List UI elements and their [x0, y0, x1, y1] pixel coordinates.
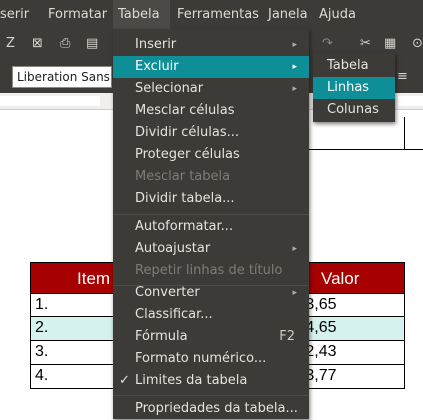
- menu-item-label: Repetir linhas de título: [135, 263, 283, 278]
- redo-icon[interactable]: ↷: [322, 36, 333, 51]
- table-row-selected[interactable]: 2.: [30, 316, 114, 341]
- menu-item-label: Tabela: [327, 58, 369, 73]
- menu-item-classificar[interactable]: Classificar...: [113, 304, 309, 326]
- menu-item-label: Mesclar tabela: [135, 169, 231, 184]
- menu-item-label: Converter: [135, 285, 200, 300]
- menu-item-label: Excluir: [135, 59, 179, 74]
- menu-item-label: Dividir tabela...: [135, 191, 235, 206]
- header-valor-text: Valor: [321, 269, 360, 288]
- menu-item-label: Linhas: [327, 80, 370, 95]
- row-item: 3.: [35, 343, 49, 360]
- special-char-icon[interactable]: ⊙: [412, 36, 423, 51]
- menu-item-inserir[interactable]: Inserir ▸: [113, 34, 309, 56]
- table-row[interactable]: 3.: [30, 340, 114, 365]
- row-item: 2.: [35, 319, 49, 336]
- menu-item-mesclar-celulas[interactable]: Mesclar células: [113, 100, 309, 122]
- submenu-arrow-icon: ▸: [292, 244, 297, 254]
- menu-separator: [113, 395, 309, 396]
- menu-item-excluir[interactable]: Excluir ▸: [113, 56, 309, 78]
- menu-ferramentas[interactable]: Ferramentas: [177, 7, 259, 22]
- row-item: 1.: [35, 296, 49, 313]
- excluir-submenu: Tabela Linhas Colunas: [313, 53, 395, 122]
- menu-item-label: Autoformatar...: [135, 219, 234, 234]
- menu-item-selecionar[interactable]: Selecionar ▸: [113, 78, 309, 100]
- menu-item-label: Proteger células: [135, 147, 240, 162]
- menu-item-formato-numerico[interactable]: Formato numérico...: [113, 348, 309, 370]
- print-preview-icon[interactable]: ▤: [86, 36, 98, 51]
- align-icon[interactable]: ≡: [397, 69, 408, 84]
- menu-item-mesclar-tabela: Mesclar tabela: [113, 166, 309, 188]
- table-row[interactable]: 1.: [30, 293, 114, 317]
- menu-item-label: Autoajustar: [135, 241, 211, 256]
- ruler-area: [0, 96, 100, 106]
- submenu-arrow-icon: ▸: [292, 62, 297, 72]
- submenu-arrow-icon: ▸: [292, 84, 297, 94]
- menu-item-proteger-celulas[interactable]: Proteger células: [113, 144, 309, 166]
- menu-tabela[interactable]: Tabela: [113, 0, 170, 29]
- menu-item-label: Selecionar: [135, 81, 204, 96]
- menubar: serir Formatar Tabela Ferramentas Janela…: [0, 0, 423, 29]
- menu-item-autoajustar[interactable]: Autoajustar ▸: [113, 238, 309, 260]
- submenu-item-tabela[interactable]: Tabela: [313, 55, 395, 77]
- menu-item-formula[interactable]: Fórmula F2: [113, 326, 309, 348]
- format-icon[interactable]: Z: [6, 36, 15, 51]
- menu-item-autoformatar[interactable]: Autoformatar...: [113, 216, 309, 238]
- print-icon[interactable]: ⎙: [60, 36, 70, 51]
- menu-item-label: Fórmula: [135, 329, 188, 344]
- menu-item-limites-tabela[interactable]: ✓ Limites da tabela: [113, 370, 309, 392]
- table-cell[interactable]: [404, 117, 423, 150]
- menu-item-label: Dividir células...: [135, 125, 240, 140]
- export-pdf-icon[interactable]: ⊠: [32, 36, 43, 51]
- menu-item-propriedades-tabela[interactable]: Propriedades da tabela...: [113, 398, 309, 420]
- row-item: 4.: [35, 367, 49, 384]
- menu-inserir[interactable]: serir: [0, 7, 29, 22]
- menu-item-dividir-celulas[interactable]: Dividir células...: [113, 122, 309, 144]
- submenu-arrow-icon: ▸: [292, 288, 297, 298]
- ruler-area-right: [398, 96, 423, 106]
- menu-separator: [113, 214, 309, 215]
- table-header-cell[interactable]: Item: [30, 262, 114, 294]
- menu-item-label: Inserir: [135, 37, 177, 52]
- formatting-marks-icon[interactable]: ✂: [360, 36, 371, 51]
- submenu-item-linhas[interactable]: Linhas: [313, 77, 395, 99]
- menu-item-label: Formato numérico...: [135, 351, 267, 366]
- menu-item-repetir-linhas: Repetir linhas de título: [113, 260, 309, 282]
- menu-item-label: Limites da tabela: [135, 373, 248, 388]
- menu-item-dividir-tabela[interactable]: Dividir tabela...: [113, 188, 309, 210]
- tabela-menu: Inserir ▸ Excluir ▸ Selecionar ▸ Mesclar…: [113, 29, 309, 419]
- table-row[interactable]: 4.: [30, 364, 114, 389]
- menu-item-shortcut: F2: [279, 329, 295, 344]
- checkmark-icon: ✓: [119, 373, 130, 388]
- menu-ajuda[interactable]: Ajuda: [319, 7, 356, 22]
- menu-item-label: Colunas: [327, 102, 379, 117]
- submenu-arrow-icon: ▸: [292, 40, 297, 50]
- menu-janela[interactable]: Janela: [268, 7, 308, 22]
- insert-table-icon[interactable]: ▦: [384, 36, 396, 51]
- menu-item-label: Classificar...: [135, 307, 213, 322]
- font-name-box[interactable]: Liberation Sans: [12, 66, 112, 88]
- submenu-item-colunas[interactable]: Colunas: [313, 99, 395, 121]
- header-item-text: Item: [77, 269, 111, 288]
- menu-formatar[interactable]: Formatar: [48, 7, 107, 22]
- menu-item-converter[interactable]: Converter ▸: [113, 282, 309, 304]
- menu-item-label: Propriedades da tabela...: [135, 401, 298, 416]
- menu-item-label: Mesclar células: [135, 103, 235, 118]
